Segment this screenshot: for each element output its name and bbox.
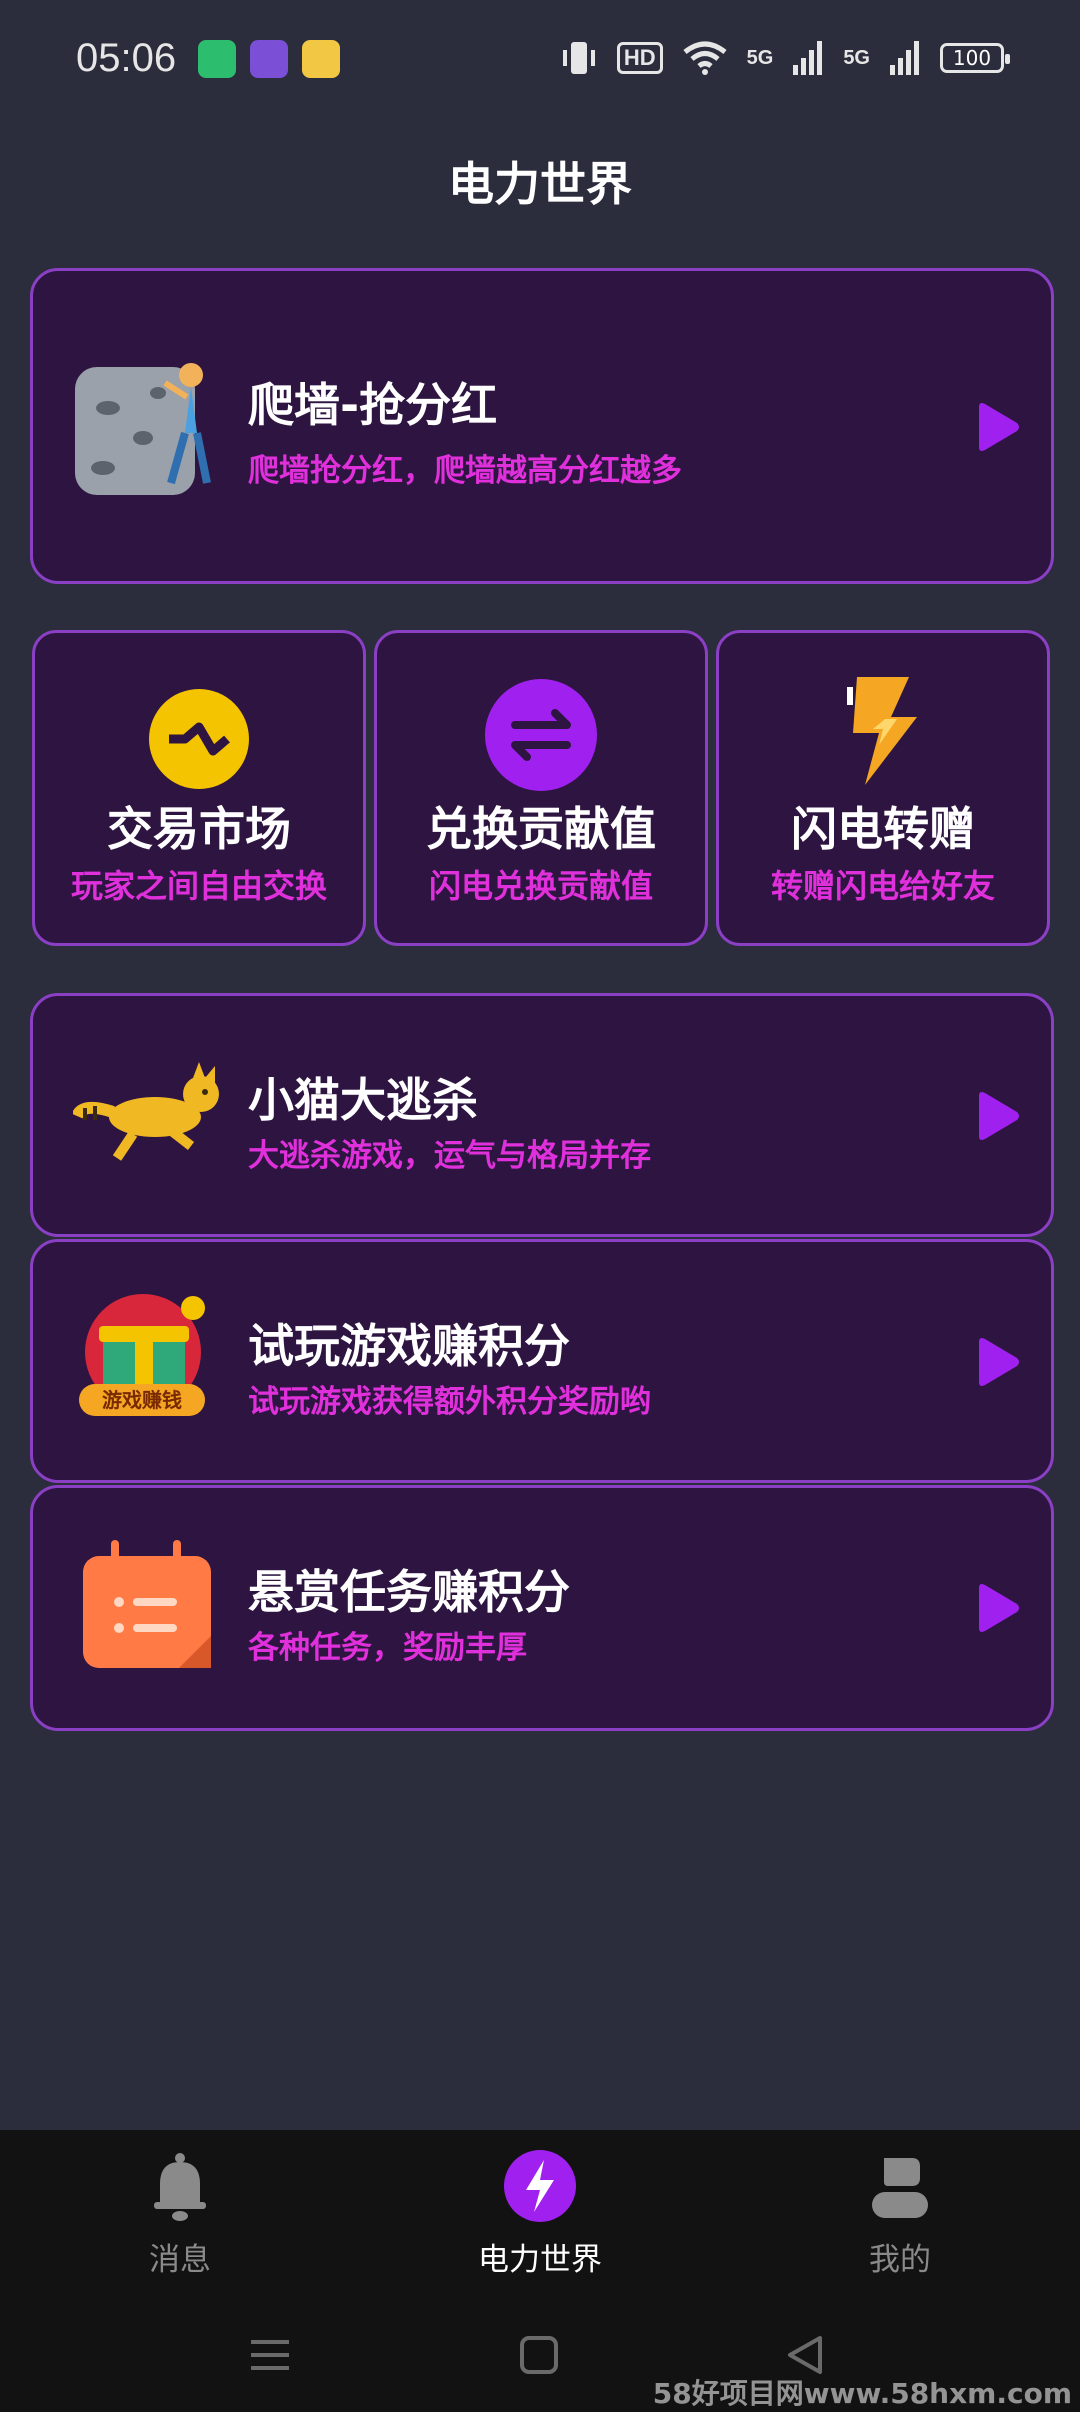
battery-level: 100: [952, 46, 992, 70]
tile-subtitle: 闪电兑换贡献值: [428, 867, 653, 905]
tile-exchange-contribution[interactable]: 兑换贡献值 闪电兑换贡献值: [374, 630, 708, 946]
signal-icon: [793, 41, 823, 75]
hd-badge: HD: [616, 42, 663, 74]
tile-lightning-transfer[interactable]: 闪电转赠 转赠闪电给好友: [716, 630, 1050, 946]
battery-icon: 100: [940, 43, 1010, 73]
card-subtitle: 试玩游戏获得额外积分奖励哟: [248, 1384, 651, 1420]
nav-messages[interactable]: 消息: [30, 2148, 330, 2279]
nav-label: 消息: [149, 2242, 211, 2278]
climb-dividend-card[interactable]: 爬墙-抢分红 爬墙抢分红，爬墙越高分红越多: [30, 268, 1054, 584]
card-subtitle: 爬墙抢分红，爬墙越高分红越多: [248, 453, 682, 489]
vibrate-icon: [562, 42, 595, 74]
card-title: 试玩游戏赚积分: [248, 1319, 570, 1373]
bounty-tasks-card[interactable]: 悬赏任务赚积分 各种任务，奖励丰厚: [30, 1485, 1054, 1731]
tile-title: 交易市场: [107, 802, 291, 856]
nav-label: 电力世界: [478, 2242, 602, 2278]
tile-trade-market[interactable]: 交易市场 玩家之间自由交换: [32, 630, 366, 946]
watermark: 58好项目网www.58hxm.com: [652, 2377, 1072, 2410]
tile-subtitle: 转赠闪电给好友: [770, 867, 995, 905]
running-cat-icon: [73, 1062, 219, 1161]
signal-icon: [890, 41, 919, 75]
swap-arrows-icon: [485, 679, 597, 791]
trial-games-card[interactable]: 游戏赚钱 试玩游戏赚积分 试玩游戏获得额外积分奖励哟: [30, 1239, 1054, 1483]
tile-title: 闪电转赠: [791, 802, 975, 856]
card-title: 爬墙-抢分红: [248, 378, 498, 432]
battery-app-notification-icon: [198, 40, 236, 78]
lightning-bolt-icon: [847, 677, 917, 785]
nav-label: 我的: [869, 2242, 931, 2278]
card-subtitle: 各种任务，奖励丰厚: [248, 1630, 527, 1666]
bottom-nav: 消息 电力世界 我的: [0, 2130, 1080, 2300]
signal-5g-label: 5G: [746, 46, 774, 69]
nav-power-world[interactable]: 电力世界: [390, 2148, 690, 2279]
user-icon: [872, 2158, 928, 2218]
play-arrow-icon[interactable]: [975, 1336, 1021, 1388]
signal-5g-label: 5G: [843, 46, 870, 69]
gift-box-icon: 游戏赚钱: [73, 1286, 223, 1436]
play-arrow-icon[interactable]: [975, 401, 1021, 453]
calendar-task-icon: [83, 1540, 211, 1668]
card-title: 悬赏任务赚积分: [248, 1565, 570, 1619]
home-icon[interactable]: [514, 2330, 564, 2380]
nav-mine[interactable]: 我的: [750, 2148, 1050, 2279]
play-arrow-icon[interactable]: [975, 1090, 1021, 1142]
status-time: 05:06: [76, 36, 177, 80]
status-bar: 05:06 HD 5G 5G 100: [0, 0, 1080, 120]
tile-subtitle: 玩家之间自由交换: [70, 867, 327, 905]
menu-icon[interactable]: [245, 2330, 295, 2380]
screen: 05:06 HD 5G 5G 100 电力世界 爬墙-抢分红 爬墙抢分红，爬墙越…: [0, 0, 1080, 2412]
rock-climber-icon: [75, 363, 211, 495]
exchange-market-icon: [149, 689, 249, 789]
app-notification-icon: [302, 40, 340, 78]
bell-icon: [154, 2153, 206, 2221]
wifi-icon: [683, 41, 727, 75]
card-title: 小猫大逃杀: [248, 1073, 478, 1127]
card-subtitle: 大逃杀游戏，运气与格局并存: [248, 1138, 651, 1174]
lightning-bolt-icon: [504, 2150, 576, 2222]
page-title: 电力世界: [448, 157, 632, 211]
system-icons: HD 5G 5G 100: [561, 36, 1010, 80]
play-arrow-icon[interactable]: [975, 1582, 1021, 1634]
tile-title: 兑换贡献值: [426, 802, 656, 856]
app-notification-icon: [250, 40, 288, 78]
game-earn-badge: 游戏赚钱: [102, 1388, 182, 1412]
cat-battle-royale-card[interactable]: 小猫大逃杀 大逃杀游戏，运气与格局并存: [30, 993, 1054, 1237]
